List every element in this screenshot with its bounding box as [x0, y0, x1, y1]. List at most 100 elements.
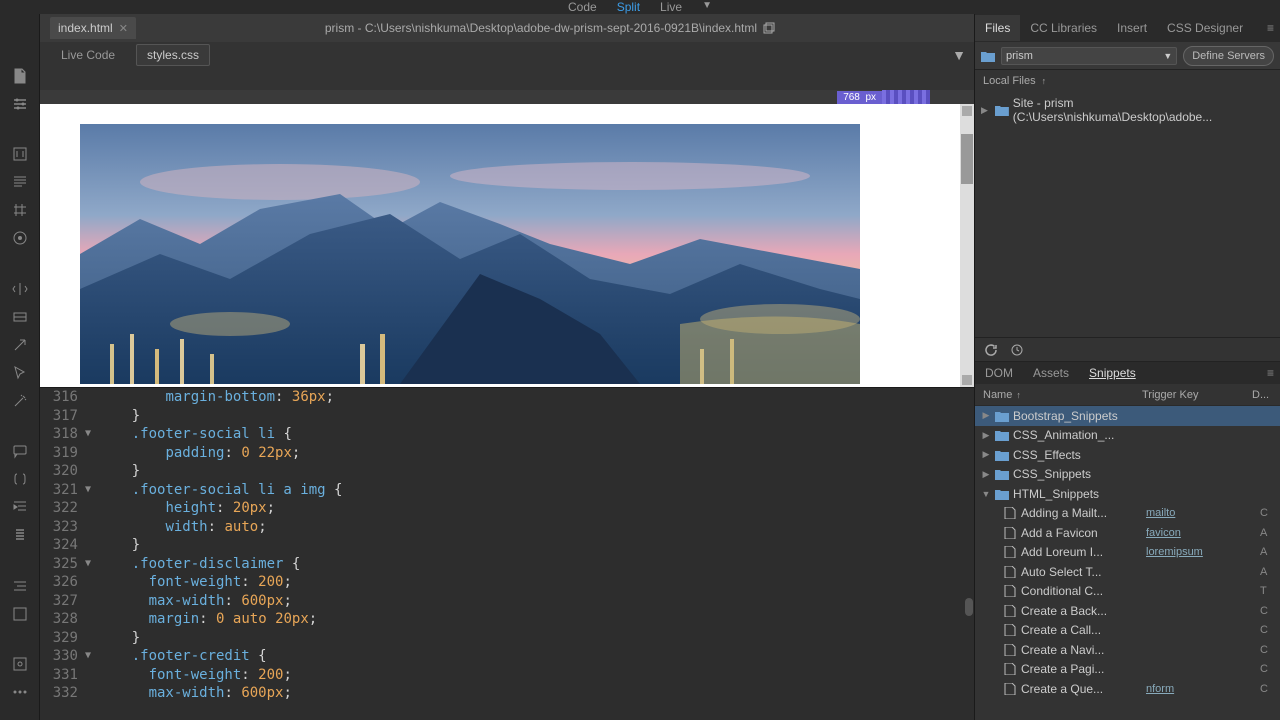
code-editor[interactable]: 316 margin-bottom: 36px;317 }318▼ .foote…: [40, 388, 974, 720]
preview-scrollbar[interactable]: [960, 104, 974, 387]
fold-icon[interactable]: ▼: [82, 425, 94, 444]
code-view-button[interactable]: Code: [564, 0, 601, 14]
fold-icon[interactable]: [82, 666, 94, 685]
code-line[interactable]: 328 margin: 0 auto 20px;: [40, 610, 974, 629]
code-line[interactable]: 316 margin-bottom: 36px;: [40, 388, 974, 407]
code-scrollbar[interactable]: [964, 388, 974, 720]
panel-menu-icon[interactable]: ≡: [1261, 21, 1280, 35]
files-column-header[interactable]: Local Files ↑: [975, 70, 1280, 92]
fold-icon[interactable]: [82, 536, 94, 555]
code-line[interactable]: 329 }: [40, 629, 974, 648]
fold-icon[interactable]: [82, 499, 94, 518]
code-line[interactable]: 319 padding: 0 22px;: [40, 444, 974, 463]
css-designer-tab[interactable]: CSS Designer: [1157, 15, 1253, 41]
fold-icon[interactable]: [82, 407, 94, 426]
expand-icon[interactable]: ▶: [981, 469, 991, 480]
snippet-item[interactable]: Create a Back...C: [975, 601, 1280, 621]
code-line[interactable]: 326 font-weight: 200;: [40, 573, 974, 592]
assets-tab[interactable]: Assets: [1023, 363, 1079, 383]
file-icon[interactable]: [10, 68, 30, 84]
snippet-item[interactable]: Conditional C...T: [975, 582, 1280, 602]
snippet-item[interactable]: Adding a Mailt...mailtoC: [975, 504, 1280, 524]
filter-icon[interactable]: ▼: [952, 47, 966, 63]
snippet-item[interactable]: Create a Call...C: [975, 621, 1280, 641]
snippet-folder[interactable]: ▶CSS_Animation_...: [975, 426, 1280, 446]
code-line[interactable]: 332 max-width: 600px;: [40, 684, 974, 703]
site-root-row[interactable]: ▶ Site - prism (C:\Users\nishkuma\Deskto…: [975, 94, 1280, 126]
cc-libraries-tab[interactable]: CC Libraries: [1020, 15, 1107, 41]
expand-icon[interactable]: ▶: [981, 410, 991, 421]
brackets-icon[interactable]: [10, 471, 30, 487]
close-icon[interactable]: ✕: [119, 22, 128, 35]
box-icon[interactable]: [10, 606, 30, 622]
format-icon[interactable]: [10, 578, 30, 594]
target-icon[interactable]: [10, 230, 30, 246]
lower-panel-menu-icon[interactable]: ≡: [1261, 366, 1280, 380]
expand-icon[interactable]: ▶: [981, 449, 991, 460]
breakpoint-marker[interactable]: 768 px: [837, 90, 930, 104]
fold-icon[interactable]: [82, 388, 94, 407]
insert-tab[interactable]: Insert: [1107, 15, 1157, 41]
fold-icon[interactable]: [82, 592, 94, 611]
expand-icon[interactable]: ▼: [981, 489, 991, 499]
live-view-button[interactable]: Live: [656, 0, 686, 14]
code-line[interactable]: 320 }: [40, 462, 974, 481]
comment-icon[interactable]: [10, 443, 30, 459]
document-tab[interactable]: index.html ✕: [50, 17, 136, 39]
expand-icon[interactable]: ▶: [981, 430, 991, 441]
snippet-folder[interactable]: ▶CSS_Snippets: [975, 465, 1280, 485]
snippet-folder[interactable]: ▼HTML_Snippets: [975, 484, 1280, 504]
settings-sliders-icon[interactable]: [10, 96, 30, 112]
split-icon[interactable]: [10, 281, 30, 297]
code-line[interactable]: 322 height: 20px;: [40, 499, 974, 518]
breakpoint-handle-icon[interactable]: [882, 90, 930, 104]
popout-icon[interactable]: [763, 22, 775, 34]
list-icon[interactable]: [10, 174, 30, 190]
snippets-tab[interactable]: Snippets: [1079, 363, 1146, 383]
snippet-item[interactable]: Add a FaviconfaviconA: [975, 523, 1280, 543]
expand-icon[interactable]: ▶: [981, 105, 991, 116]
live-code-tab[interactable]: Live Code: [50, 44, 126, 66]
arrow-icon[interactable]: [10, 337, 30, 353]
ruler[interactable]: 768 px: [40, 90, 974, 104]
code-line[interactable]: 325▼ .footer-disclaimer {: [40, 555, 974, 574]
snippet-item[interactable]: Create a Pagi...C: [975, 660, 1280, 680]
code-line[interactable]: 323 width: auto;: [40, 518, 974, 537]
refresh-icon[interactable]: [983, 342, 999, 358]
snippet-item[interactable]: Add Loreum I...loremipsumA: [975, 543, 1280, 563]
indent-icon[interactable]: [10, 499, 30, 515]
dom-tab[interactable]: DOM: [975, 363, 1023, 383]
fold-icon[interactable]: ▼: [82, 481, 94, 500]
code-line[interactable]: 327 max-width: 600px;: [40, 592, 974, 611]
snippets-header[interactable]: Name↑ Trigger Key D...: [975, 384, 1280, 406]
snippet-folder[interactable]: ▶CSS_Effects: [975, 445, 1280, 465]
code-line[interactable]: 331 font-weight: 200;: [40, 666, 974, 685]
files-tab[interactable]: Files: [975, 15, 1020, 41]
code-line[interactable]: 330▼ .footer-credit {: [40, 647, 974, 666]
hash-icon[interactable]: [10, 202, 30, 218]
snippet-item[interactable]: Auto Select T...A: [975, 562, 1280, 582]
fold-icon[interactable]: [82, 462, 94, 481]
wand-icon[interactable]: [10, 393, 30, 409]
fold-icon[interactable]: [82, 573, 94, 592]
cursor-icon[interactable]: [10, 365, 30, 381]
fold-icon[interactable]: [82, 444, 94, 463]
fold-icon[interactable]: ▼: [82, 647, 94, 666]
fold-icon[interactable]: [82, 684, 94, 703]
view-dropdown-icon[interactable]: ▼: [698, 0, 716, 11]
fold-icon[interactable]: ▼: [82, 555, 94, 574]
fold-icon[interactable]: [82, 610, 94, 629]
collapse-icon[interactable]: [10, 309, 30, 325]
fold-icon[interactable]: [82, 518, 94, 537]
code-line[interactable]: 324 }: [40, 536, 974, 555]
define-servers-button[interactable]: Define Servers: [1183, 46, 1274, 66]
snippet-item[interactable]: Create a Que...nformC: [975, 679, 1280, 699]
split-view-button[interactable]: Split: [613, 0, 644, 14]
styles-tab[interactable]: styles.css: [136, 44, 210, 66]
sync-icon[interactable]: [1009, 342, 1025, 358]
lines-icon[interactable]: [10, 527, 30, 543]
extract-icon[interactable]: [10, 656, 30, 672]
code-line[interactable]: 317 }: [40, 407, 974, 426]
preview-canvas[interactable]: [40, 104, 960, 387]
bracket-icon[interactable]: [10, 146, 30, 162]
